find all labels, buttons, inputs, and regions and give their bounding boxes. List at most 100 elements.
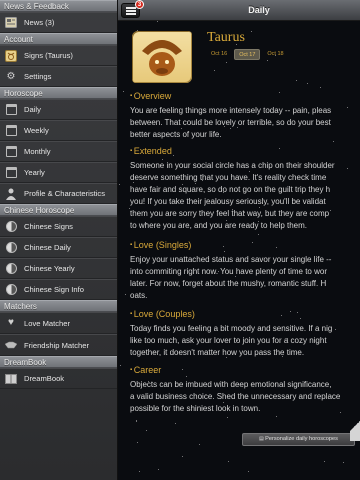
date-button[interactable]: Oct 18 (263, 49, 287, 60)
sidebar-item-dreambook[interactable]: DreamBook (0, 368, 117, 389)
sidebar-item-chinese-info[interactable]: Chinese Sign Info (0, 279, 117, 300)
star-dot (320, 87, 321, 88)
section-title: Overview (130, 90, 360, 102)
sidebar-item-label: Chinese Signs (24, 222, 73, 231)
sidebar-item-settings[interactable]: ⚙ Settings (0, 66, 117, 87)
date-selector: Oct 16 Oct 17 Oct 18 (207, 49, 288, 60)
text-line: to where you are, and you are ready to h… (130, 221, 307, 230)
section-career: Career Objects can be imbued with deep e… (130, 364, 360, 415)
sidebar-item-label: Daily (24, 105, 41, 114)
section-text: Someone in your social circle has a chip… (130, 160, 360, 232)
section-header-matchers: Matchers (0, 300, 117, 312)
page-title: Daily (248, 5, 270, 15)
calendar-icon (5, 146, 17, 158)
section-text: Objects can be imbued with deep emotiona… (130, 379, 360, 415)
sidebar-item-chinese-yearly[interactable]: Chinese Yearly (0, 258, 117, 279)
date-button-selected[interactable]: Oct 17 (234, 49, 261, 60)
text-line: Today finds you feeling a bit moody and … (130, 324, 333, 333)
sidebar-item-news[interactable]: News (3) (0, 12, 117, 33)
star-dot (333, 141, 334, 142)
horoscope-content[interactable]: Taurus Oct 16 Oct 17 Oct 18 Overview You… (118, 21, 360, 480)
text-line: them you are sorry they feel that way, b… (130, 209, 330, 218)
top-bar: Daily 3 (118, 0, 360, 21)
news-icon (5, 17, 17, 29)
star-dot (228, 461, 229, 462)
taurus-sign-image (132, 31, 192, 83)
sidebar-item-label: Settings (24, 72, 52, 81)
star-dot (136, 421, 137, 422)
star-dot (175, 423, 176, 424)
section-header-dreambook: DreamBook (0, 356, 117, 368)
text-line: have fair and square, so do not go on th… (130, 185, 331, 194)
yin-yang-icon (5, 284, 17, 296)
handshake-icon (5, 339, 17, 351)
sidebar-item-friendship-matcher[interactable]: Friendship Matcher (0, 334, 117, 356)
sidebar-item-yearly[interactable]: Yearly (0, 162, 117, 183)
star-dot (324, 461, 325, 462)
section-text: You are feeling things more intensely to… (130, 105, 360, 141)
signs-icon (5, 49, 17, 62)
personalize-button[interactable]: Personalize daily horoscopes (242, 433, 355, 446)
page-curl[interactable] (350, 411, 360, 441)
star-dot (251, 31, 252, 32)
sidebar-item-love-matcher[interactable]: ♥ Love Matcher (0, 312, 117, 334)
star-dot (139, 471, 140, 472)
text-line: oats. (130, 291, 148, 300)
sidebar-item-label: Friendship Matcher (24, 340, 89, 350)
sidebar-item-label: Chinese Yearly (24, 264, 75, 273)
section-love-singles: Love (Singles) Enjoy your unattached sta… (130, 239, 360, 302)
sign-name: Taurus (207, 30, 245, 45)
main-panel: Daily 3 Taurus Oct 16 Oct 17 Oct 18 Ove (118, 0, 360, 480)
sidebar-item-label: Chinese Sign Info (24, 285, 84, 294)
sidebar-item-chinese-daily[interactable]: Chinese Daily (0, 237, 117, 258)
sidebar-item-signs[interactable]: Signs (Taurus) (0, 45, 117, 66)
sidebar-item-weekly[interactable]: Weekly (0, 120, 117, 141)
sidebar-item-monthly[interactable]: Monthly (0, 141, 117, 162)
sidebar-item-label: Profile & Characteristics (24, 189, 106, 198)
text-line: between. That could be lovely or terribl… (130, 118, 331, 127)
date-button[interactable]: Oct 16 (207, 49, 231, 60)
star-dot (267, 60, 268, 61)
sidebar: News & Feedback News (3) Account Signs (… (0, 0, 118, 480)
sidebar-item-daily[interactable]: Daily (0, 99, 117, 120)
text-line: Objects can be imbued with deep emotiona… (130, 380, 332, 389)
sidebar-item-label: Signs (Taurus) (24, 51, 73, 60)
star-dot (226, 62, 227, 63)
section-header-news: News & Feedback (0, 0, 117, 12)
star-dot (157, 21, 158, 22)
sidebar-item-profile[interactable]: Profile & Characteristics (0, 183, 117, 204)
sidebar-item-chinese-signs[interactable]: Chinese Signs (0, 216, 117, 237)
text-line: Someone in your social circle has a chip… (130, 161, 335, 170)
calendar-icon (5, 104, 17, 116)
sidebar-item-label: Chinese Daily (24, 243, 71, 252)
star-dot (199, 444, 200, 445)
text-line: into commiting right now. You have plent… (130, 267, 327, 276)
section-header-chinese: Chinese Horoscope (0, 204, 117, 216)
text-line: together, it doesn't matter how you pass… (130, 348, 305, 357)
section-header-account: Account (0, 33, 117, 45)
star-dot (276, 416, 277, 417)
section-text: Today finds you feeling a bit moody and … (130, 323, 360, 359)
star-dot (137, 442, 138, 443)
yin-yang-icon (5, 242, 17, 254)
sidebar-item-label: Yearly (24, 168, 45, 177)
text-line: Enjoy your unattached status and savor y… (130, 255, 332, 264)
star-dot (296, 80, 297, 81)
sidebar-item-label: Weekly (24, 126, 49, 135)
heart-icon: ♥ (8, 317, 14, 328)
section-overview: Overview You are feeling things more int… (130, 90, 360, 141)
calendar-icon (5, 167, 17, 179)
text-line: like too much, ask your lover to join yo… (130, 336, 327, 345)
sidebar-item-label: News (3) (24, 18, 55, 27)
star-dot (182, 456, 183, 457)
section-title: Love (Singles) (130, 239, 360, 251)
star-dot (158, 469, 159, 470)
notification-badge: 3 (135, 0, 144, 9)
section-love-couples: Love (Couples) Today finds you feeling a… (130, 308, 360, 359)
text-line: better aspects of your life. (130, 130, 222, 139)
star-dot (227, 417, 228, 418)
star-dot (123, 91, 124, 92)
gear-icon: ⚙ (6, 70, 16, 82)
star-dot (343, 462, 344, 463)
taurus-icon (142, 40, 182, 76)
